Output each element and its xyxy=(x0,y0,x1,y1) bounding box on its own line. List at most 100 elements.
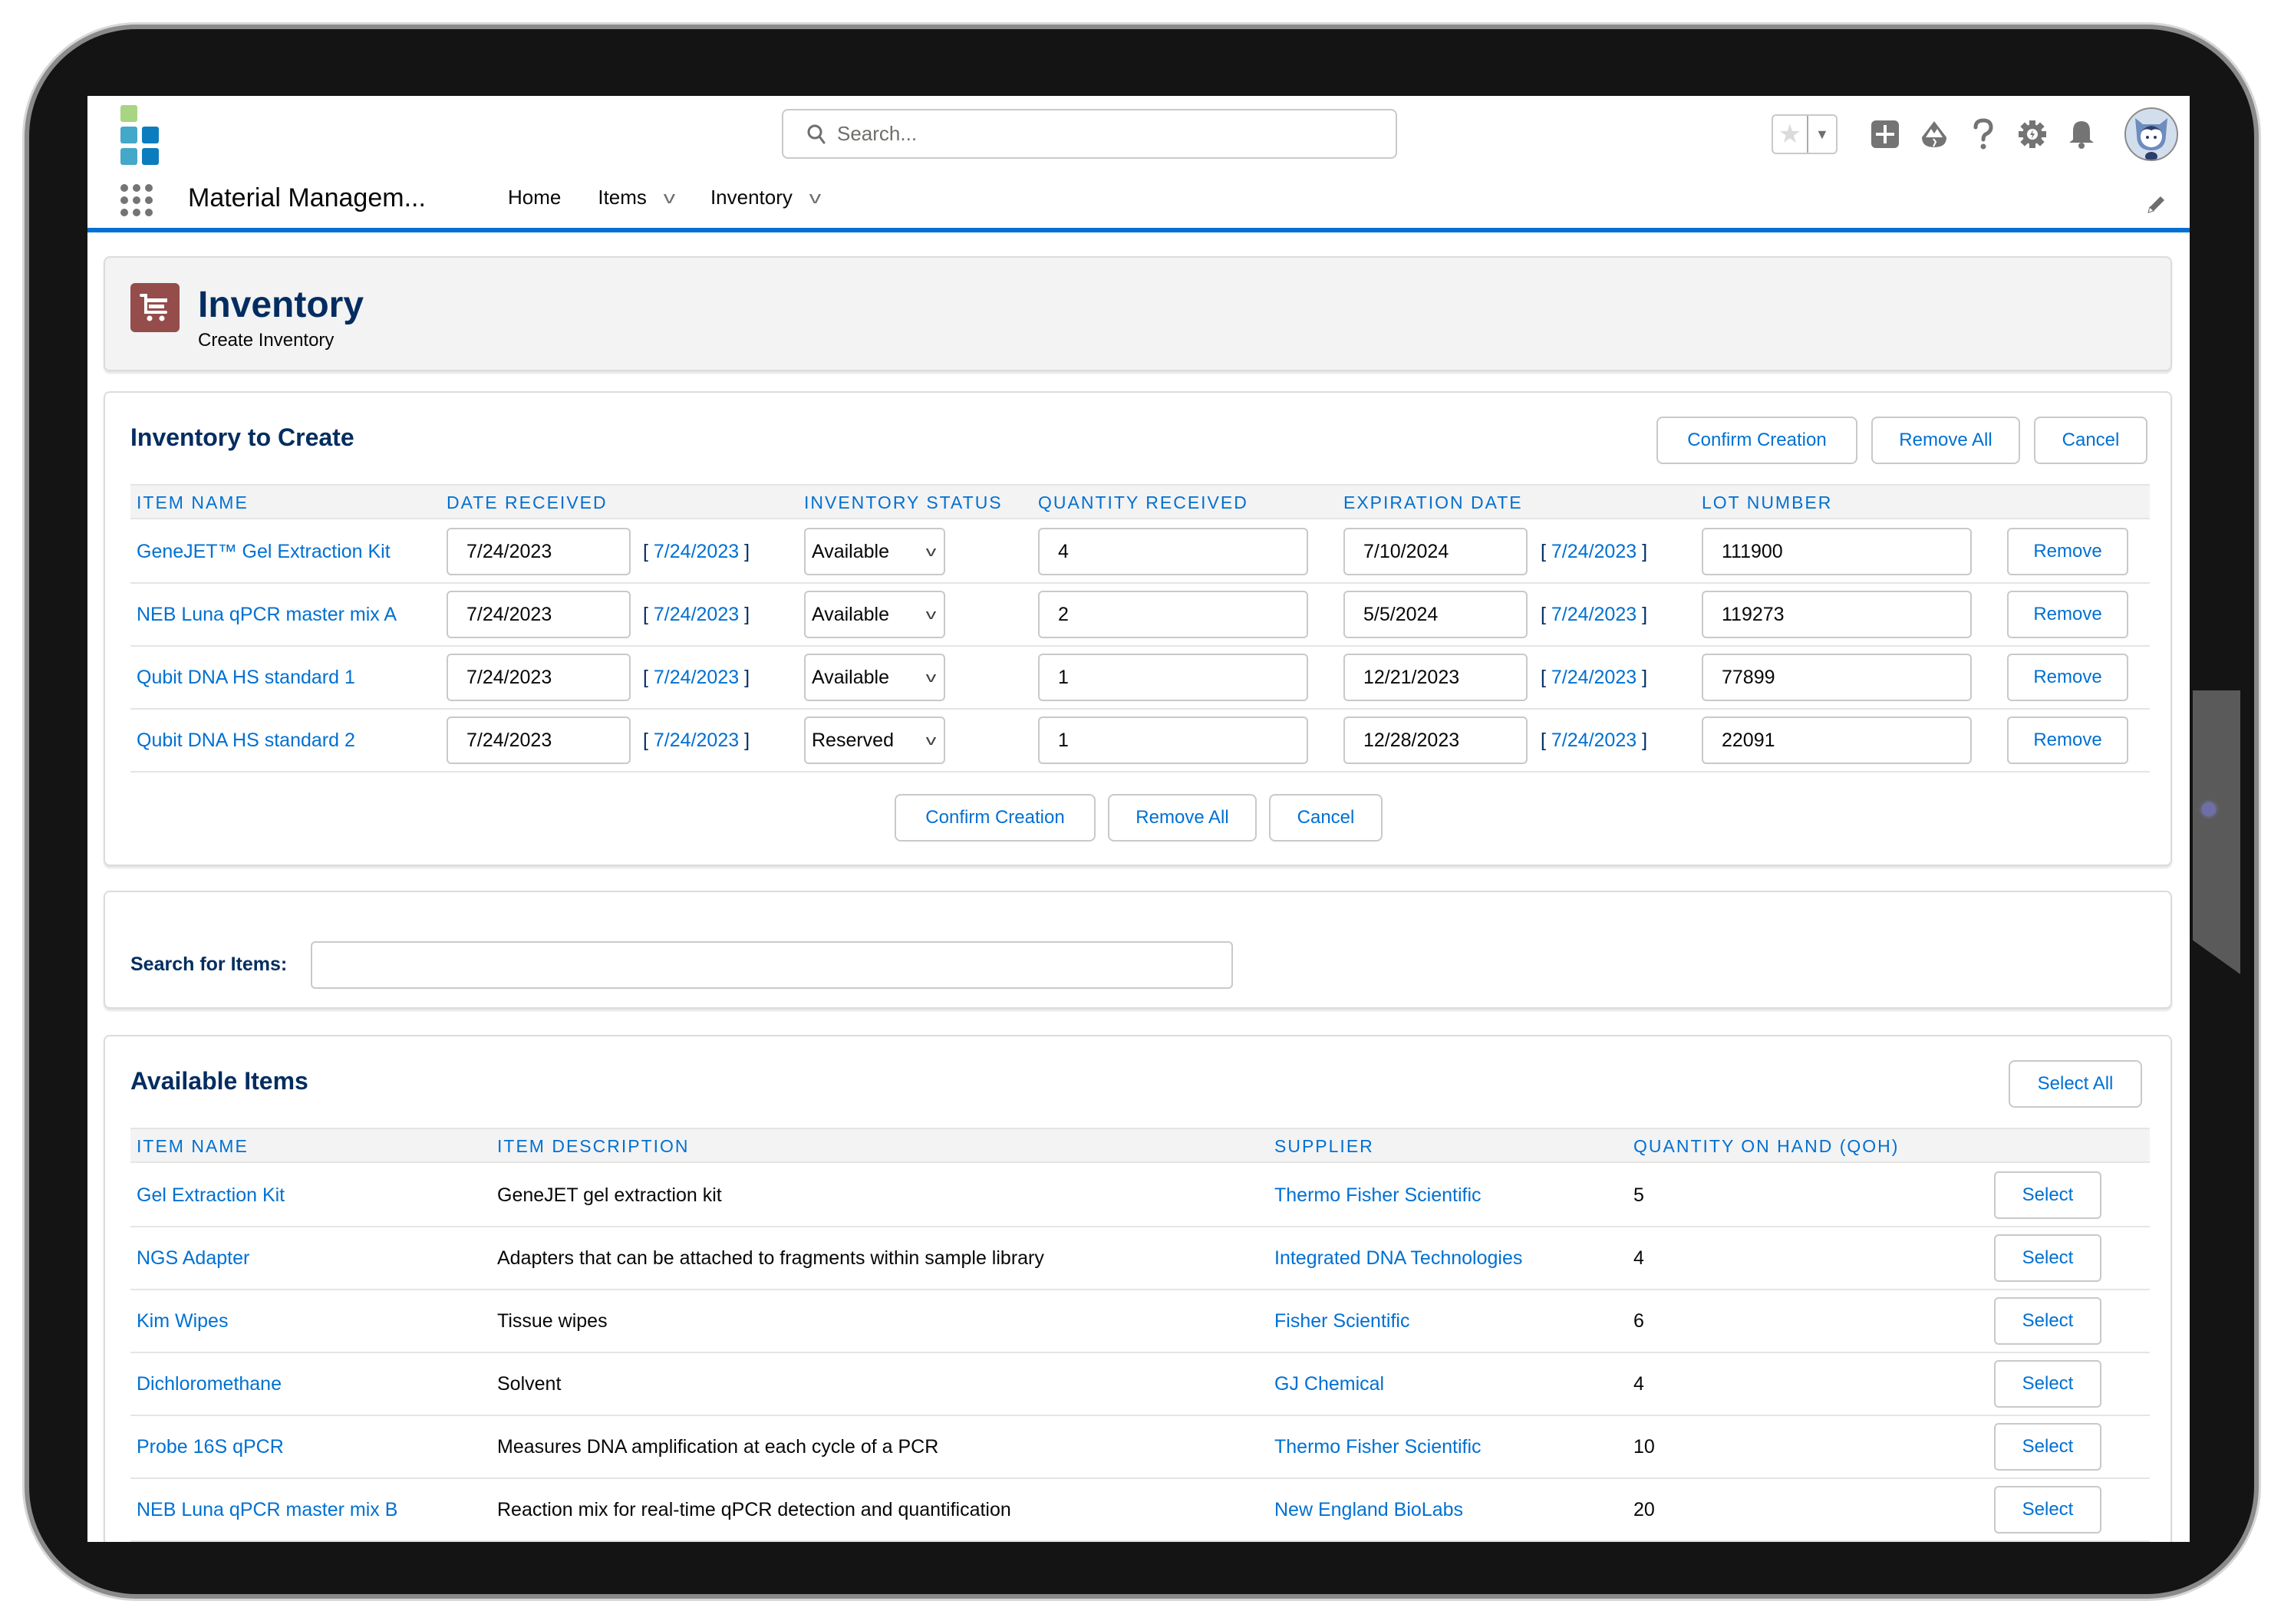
expiration-default-link[interactable]: 7/24/2023 xyxy=(1551,541,1637,563)
item-name-link[interactable]: Dichloromethane xyxy=(137,1353,282,1415)
supplier-link[interactable]: Integrated DNA Technologies xyxy=(1274,1227,1522,1289)
chevron-down-icon[interactable]: v xyxy=(664,188,675,208)
cancel-button-bottom[interactable]: Cancel xyxy=(1269,794,1383,842)
date-received-default-link[interactable]: 7/24/2023 xyxy=(654,667,739,689)
app-name: Material Managem... xyxy=(188,183,426,212)
column-header-supplier: Supplier xyxy=(1274,1136,1374,1156)
select-item-button[interactable]: Select xyxy=(1994,1234,2101,1282)
item-name-link[interactable]: Gel Extraction Kit xyxy=(137,1164,285,1226)
expiration-default-link[interactable]: 7/24/2023 xyxy=(1551,730,1637,752)
cancel-button-top[interactable]: Cancel xyxy=(2034,417,2147,464)
date-received-default-link[interactable]: 7/24/2023 xyxy=(654,541,739,563)
available-item-row: NEB Luna qPCR master mix B Reaction mix f… xyxy=(130,1479,2150,1542)
item-name-link[interactable]: Kim Wipes xyxy=(137,1290,228,1352)
remove-all-button-top[interactable]: Remove All xyxy=(1871,417,2020,464)
expiration-date-input[interactable]: 12/21/2023 xyxy=(1343,654,1528,701)
select-item-button[interactable]: Select xyxy=(1994,1360,2101,1408)
chevron-down-icon[interactable]: v xyxy=(809,188,821,208)
remove-row-button[interactable]: Remove xyxy=(2007,716,2128,764)
expiration-date-input[interactable]: 5/5/2024 xyxy=(1343,591,1528,638)
lot-number-input[interactable]: 119273 xyxy=(1702,591,1972,638)
chevron-down-icon: v xyxy=(925,669,937,685)
quantity-on-hand: 5 xyxy=(1633,1184,1644,1206)
item-name-link[interactable]: Qubit DNA HS standard 1 xyxy=(137,647,355,708)
quantity-received-input[interactable]: 1 xyxy=(1038,716,1308,764)
inventory-status-select[interactable]: Available v xyxy=(804,654,945,701)
quantity-received-input[interactable]: 1 xyxy=(1038,654,1308,701)
date-received-input[interactable]: 7/24/2023 xyxy=(447,528,631,575)
global-actions-plus-icon[interactable] xyxy=(1870,119,1900,150)
item-name-link[interactable]: NGS Adapter xyxy=(137,1227,249,1289)
expiration-default-link[interactable]: 7/24/2023 xyxy=(1551,604,1637,626)
lot-number-input[interactable]: 77899 xyxy=(1702,654,1972,701)
column-header-item-description: Item Description xyxy=(497,1136,690,1156)
date-received-input[interactable]: 7/24/2023 xyxy=(447,591,631,638)
item-name-link[interactable]: Qubit DNA HS standard 2 xyxy=(137,710,355,771)
lot-number-input[interactable]: 22091 xyxy=(1702,716,1972,764)
inventory-status-select[interactable]: Available v xyxy=(804,591,945,638)
inventory-row: Qubit DNA HS standard 1 7/24/2023[ 7/24/2… xyxy=(130,647,2150,710)
nav-item-home[interactable]: Home xyxy=(508,186,561,209)
item-name-link[interactable]: NEB Luna qPCR master mix A xyxy=(137,584,397,645)
favorites-button-group[interactable]: ★ ▼ xyxy=(1772,114,1838,154)
remove-row-button[interactable]: Remove xyxy=(2007,654,2128,701)
notifications-bell-icon[interactable] xyxy=(2066,119,2097,150)
supplier-link[interactable]: New England BioLabs xyxy=(1274,1479,1463,1540)
item-description: Solvent xyxy=(497,1372,562,1395)
remove-row-button[interactable]: Remove xyxy=(2007,591,2128,638)
expiration-date-input[interactable]: 12/28/2023 xyxy=(1343,716,1528,764)
date-received-input[interactable]: 7/24/2023 xyxy=(447,716,631,764)
favorites-dropdown-icon[interactable]: ▼ xyxy=(1806,116,1836,153)
select-all-button[interactable]: Select All xyxy=(2009,1060,2142,1108)
column-header-date-received: Date Received xyxy=(447,492,608,512)
date-received-input[interactable]: 7/24/2023 xyxy=(447,654,631,701)
nav-item-inventory[interactable]: Inventory v xyxy=(710,186,821,209)
column-header-item-name: Item Name xyxy=(137,1136,249,1156)
app-launcher-icon[interactable] xyxy=(120,184,153,216)
nav-item-items[interactable]: Items v xyxy=(598,186,675,209)
supplier-link[interactable]: GJ Chemical xyxy=(1274,1353,1384,1415)
quantity-received-input[interactable]: 4 xyxy=(1038,528,1308,575)
date-received-default-link[interactable]: 7/24/2023 xyxy=(654,730,739,752)
setup-gear-icon[interactable] xyxy=(2017,119,2048,150)
device-camera-dot xyxy=(2202,802,2216,816)
inventory-status-select[interactable]: Available v xyxy=(804,528,945,575)
available-item-row: Gel Extraction Kit GeneJET gel extraction… xyxy=(130,1164,2150,1227)
inventory-status-select[interactable]: Reserved v xyxy=(804,716,945,764)
supplier-link[interactable]: Thermo Fisher Scientific xyxy=(1274,1164,1482,1226)
select-item-button[interactable]: Select xyxy=(1994,1297,2101,1345)
remove-all-button-bottom[interactable]: Remove All xyxy=(1108,794,1257,842)
inventory-to-create-card: Inventory to Create Confirm Creation Rem… xyxy=(104,391,2172,866)
favorites-star-icon[interactable]: ★ xyxy=(1773,116,1807,153)
global-search-input[interactable] xyxy=(837,122,1374,146)
item-description: Reaction mix for real-time qPCR detectio… xyxy=(497,1498,1011,1520)
lot-number-input[interactable]: 111900 xyxy=(1702,528,1972,575)
expiration-date-default: [ 7/24/2023 ] xyxy=(1541,540,1648,563)
item-description: Measures DNA amplification at each cycle… xyxy=(497,1435,939,1458)
chevron-down-icon: v xyxy=(925,606,937,622)
select-item-button[interactable]: Select xyxy=(1994,1423,2101,1471)
search-items-input[interactable] xyxy=(311,941,1233,989)
nav-item-label: Items xyxy=(598,186,647,209)
help-icon[interactable] xyxy=(1968,118,1999,150)
user-avatar[interactable] xyxy=(2124,107,2178,161)
select-item-button[interactable]: Select xyxy=(1994,1171,2101,1219)
supplier-link[interactable]: Thermo Fisher Scientific xyxy=(1274,1416,1482,1477)
item-name-link[interactable]: NEB Luna qPCR master mix B xyxy=(137,1479,397,1540)
expiration-default-link[interactable]: 7/24/2023 xyxy=(1551,667,1637,689)
select-item-button[interactable]: Select xyxy=(1994,1486,2101,1533)
item-name-link[interactable]: GeneJET™ Gel Extraction Kit xyxy=(137,521,391,582)
item-name-link[interactable]: Probe 16S qPCR xyxy=(137,1416,284,1477)
confirm-creation-button-top[interactable]: Confirm Creation xyxy=(1656,417,1857,464)
remove-row-button[interactable]: Remove xyxy=(2007,528,2128,575)
supplier-link[interactable]: Fisher Scientific xyxy=(1274,1290,1409,1352)
date-received-default-link[interactable]: 7/24/2023 xyxy=(654,604,739,626)
date-received-default: [ 7/24/2023 ] xyxy=(643,666,750,689)
quantity-received-input[interactable]: 2 xyxy=(1038,591,1308,638)
trailhead-icon[interactable] xyxy=(1919,119,1950,150)
expiration-date-input[interactable]: 7/10/2024 xyxy=(1343,528,1528,575)
confirm-creation-button-bottom[interactable]: Confirm Creation xyxy=(895,794,1096,842)
page-subtitle: Create Inventory xyxy=(198,330,335,351)
global-search[interactable] xyxy=(782,109,1397,159)
edit-nav-pencil-icon[interactable] xyxy=(2145,193,2168,216)
